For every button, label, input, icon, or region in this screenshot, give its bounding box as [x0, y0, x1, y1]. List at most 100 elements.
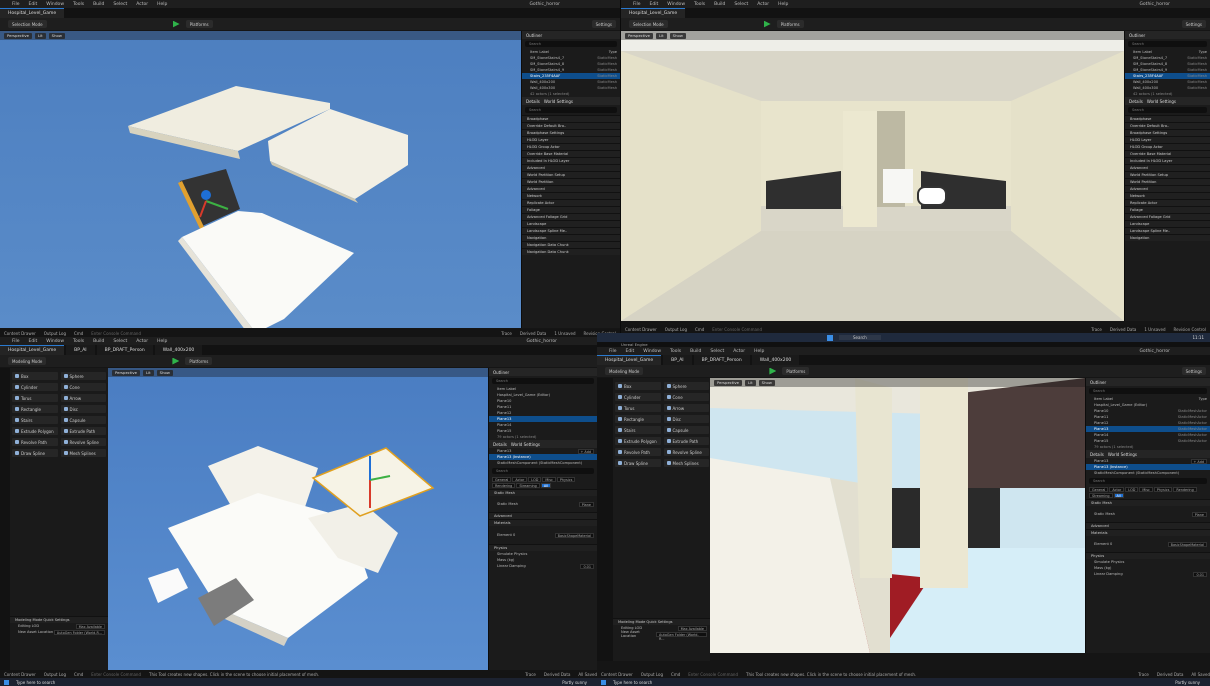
physics-section[interactable]: Physics	[489, 544, 597, 551]
asset-location-select[interactable]: AutoGen Folder (World-R...	[656, 631, 707, 641]
details-section[interactable]: World Partition Setup	[522, 171, 620, 178]
play-icon[interactable]	[769, 367, 777, 375]
lit-button[interactable]: Lit	[745, 379, 756, 386]
details-section[interactable]: Broadphase	[522, 115, 620, 122]
editing-lod-select[interactable]: Max Available	[75, 623, 105, 629]
tool-button[interactable]: Extrude Polygon	[12, 427, 58, 435]
material-picker[interactable]: BasicShapeMaterial	[1167, 541, 1207, 547]
col-type[interactable]: Type	[1199, 397, 1207, 401]
mode-dropdown[interactable]: Modeling Mode	[605, 367, 644, 375]
show-button[interactable]: Show	[758, 379, 775, 386]
col-item-label[interactable]: Item Label	[497, 387, 516, 391]
tool-button[interactable]: Cone	[60, 383, 106, 391]
tool-button[interactable]: Box	[615, 382, 661, 390]
details-section[interactable]: World Partition	[1125, 178, 1210, 185]
col-type[interactable]: Type	[609, 50, 617, 54]
menu-file[interactable]: File	[633, 2, 641, 7]
details-tab[interactable]: Details	[1129, 99, 1143, 104]
lit-button[interactable]: Lit	[35, 32, 46, 39]
filter-chip[interactable]: Physics	[556, 477, 576, 482]
tool-button[interactable]: Cylinder	[615, 393, 661, 401]
details-search[interactable]: Search	[1089, 478, 1207, 484]
derived-data-button[interactable]: Derived Data	[520, 331, 547, 336]
tab-level[interactable]: Hospital_Level_Game	[597, 355, 662, 365]
perspective-button[interactable]: Perspective	[112, 369, 140, 376]
editing-lod-select[interactable]: Max Available	[677, 625, 707, 631]
details-section[interactable]: Broadphase	[1125, 115, 1210, 122]
unsaved-indicator[interactable]: 1 Unsaved	[554, 331, 575, 336]
details-search[interactable]: Search	[1128, 107, 1207, 113]
tab-bp-draft-person[interactable]: BP_DRAFT_Person	[96, 345, 153, 355]
settings-button[interactable]: Settings	[1181, 20, 1206, 28]
component-static-mesh[interactable]: StaticMeshComponent (StaticMeshComponent…	[1086, 470, 1210, 476]
details-section[interactable]: Override Base Material	[1125, 150, 1210, 157]
derived-data-button[interactable]: Derived Data	[544, 672, 571, 677]
perspective-button[interactable]: Perspective	[625, 32, 653, 39]
outliner-search[interactable]: Search	[1128, 41, 1207, 47]
cmd-dropdown[interactable]: Cmd	[695, 327, 704, 332]
details-section[interactable]: Foliage	[522, 206, 620, 213]
details-section[interactable]: Included In HLOD Layer	[1125, 157, 1210, 164]
menu-tools[interactable]: Tools	[73, 339, 84, 344]
tool-button[interactable]: Cylinder	[12, 383, 58, 391]
tool-button[interactable]: Sphere	[663, 382, 709, 390]
menu-select[interactable]: Select	[113, 339, 127, 344]
menu-select[interactable]: Select	[734, 2, 748, 7]
mode-dropdown[interactable]: Selection Mode	[8, 20, 47, 28]
actor-name[interactable]: Plane13	[497, 449, 511, 453]
details-section[interactable]: Advanced	[1125, 164, 1210, 171]
filter-chip[interactable]: Physics	[1153, 487, 1173, 492]
windows-start-icon[interactable]	[827, 334, 833, 341]
tool-button[interactable]: Extrude Polygon	[615, 437, 661, 445]
viewport[interactable]: Perspective Lit Show	[108, 368, 488, 670]
details-section[interactable]: Advanced	[522, 185, 620, 192]
details-section[interactable]: Advanced	[522, 164, 620, 171]
platforms-button[interactable]: Platforms	[185, 20, 213, 28]
tab-wall[interactable]: Wall_400x200	[751, 355, 800, 365]
lit-button[interactable]: Lit	[143, 369, 154, 376]
tool-button[interactable]: Extrude Path	[60, 427, 106, 435]
windows-start-icon[interactable]	[601, 679, 606, 685]
world-settings-tab[interactable]: World Settings	[544, 99, 573, 104]
tool-button[interactable]: Rectangle	[615, 415, 661, 423]
menu-actor[interactable]: Actor	[136, 339, 148, 344]
component-static-mesh[interactable]: StaticMeshComponent (StaticMeshComponent…	[489, 460, 597, 466]
content-drawer-button[interactable]: Content Drawer	[625, 327, 657, 332]
tool-button[interactable]: Extrude Path	[663, 437, 709, 445]
tool-button[interactable]: Revolve Spline	[663, 448, 709, 456]
console-input[interactable]: Enter Console Command	[91, 672, 141, 677]
details-tab[interactable]: Details	[493, 442, 507, 447]
tool-button[interactable]: Torus	[615, 404, 661, 412]
menu-window[interactable]: Window	[46, 2, 64, 7]
windows-start-icon[interactable]	[4, 679, 9, 685]
filter-chip[interactable]: Streaming	[516, 483, 540, 488]
saved-indicator[interactable]: All Saved	[578, 672, 597, 677]
details-section[interactable]: Override Default Bro..	[1125, 122, 1210, 129]
menu-select[interactable]: Select	[113, 2, 127, 7]
menu-tools[interactable]: Tools	[73, 2, 84, 7]
mode-dropdown[interactable]: Selection Mode	[629, 20, 668, 28]
content-drawer-button[interactable]: Content Drawer	[4, 331, 36, 336]
tab-bp-ai[interactable]: BP_AI	[66, 345, 95, 355]
tool-button[interactable]: Revolve Spline	[60, 438, 106, 446]
trace-button[interactable]: Trace	[1138, 672, 1149, 677]
unsaved-indicator[interactable]: 1 Unsaved	[1144, 327, 1165, 332]
content-drawer-button[interactable]: Content Drawer	[601, 672, 633, 677]
tab-level[interactable]: Hospital_Level_Game	[0, 345, 65, 355]
static-mesh-section[interactable]: Static Mesh	[1086, 499, 1210, 506]
col-item-label[interactable]: Item Label	[530, 50, 549, 54]
tool-button[interactable]: Draw Spline	[12, 449, 58, 457]
tool-button[interactable]: Capsule	[60, 416, 106, 424]
filter-chip[interactable]: All	[1113, 493, 1124, 498]
menu-actor[interactable]: Actor	[733, 349, 745, 354]
details-section[interactable]: Broadphase Settings	[1125, 129, 1210, 136]
menu-edit[interactable]: Edit	[650, 2, 659, 7]
details-section[interactable]: Advanced	[1125, 185, 1210, 192]
taskbar-search[interactable]: Type here to search	[613, 680, 652, 685]
show-button[interactable]: Show	[156, 369, 173, 376]
filter-chip[interactable]: All	[540, 483, 552, 488]
trace-button[interactable]: Trace	[1091, 327, 1102, 332]
details-section[interactable]: Navigation Data Chunk	[522, 248, 620, 255]
trace-button[interactable]: Trace	[525, 672, 536, 677]
show-button[interactable]: Show	[48, 32, 65, 39]
